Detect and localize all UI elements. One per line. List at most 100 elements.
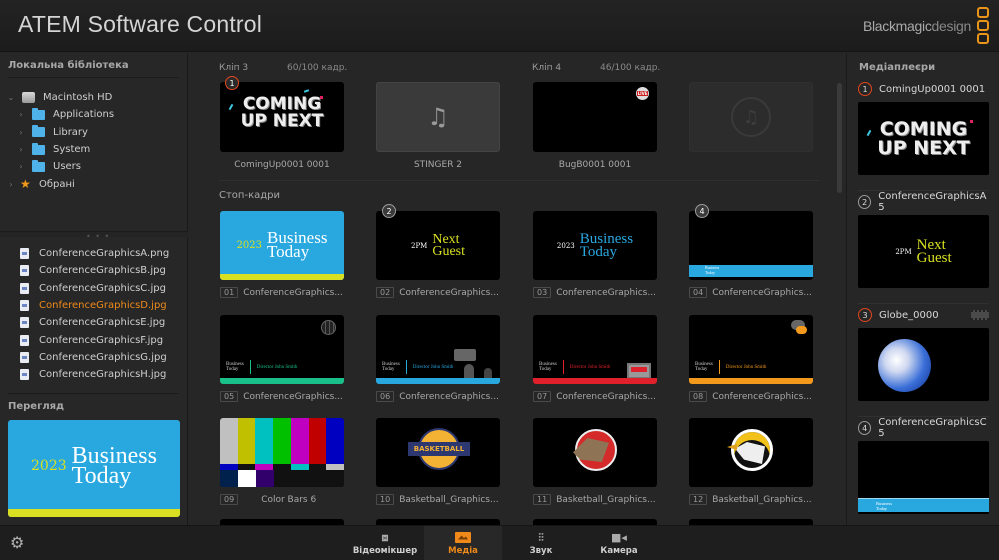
clip-3-audio-slot[interactable]: ♫: [376, 82, 500, 152]
still-10-label: 10 Basketball_Graphics...: [376, 494, 500, 505]
media-player-2[interactable]: 2 ConferenceGraphicsA 5 2PM Next Guest: [858, 191, 989, 288]
art-title: Business Today: [382, 362, 400, 372]
lower-third-bar: [376, 378, 500, 384]
tab-camera[interactable]: ■◂ Камера: [580, 526, 658, 560]
art-line: Today: [539, 367, 552, 372]
media-player-number: 2: [858, 195, 872, 209]
file-item[interactable]: ConferenceGraphicsC.jpg: [20, 280, 186, 297]
media-player-1[interactable]: 1 ComingUp0001 0001 COMING UP NEXT: [858, 81, 989, 175]
still-10[interactable]: BASKETBALL: [376, 418, 500, 487]
still-number: 01: [220, 287, 239, 298]
tree-item-macintosh-hd[interactable]: ⌄ Macintosh HD: [6, 89, 186, 106]
panel-splitter[interactable]: • • •: [0, 231, 188, 241]
still-05[interactable]: Business Today Director John Smith: [220, 315, 344, 384]
still-12-label: 12 Basketball_Graphics...: [689, 494, 813, 505]
confetti: [303, 89, 310, 93]
still-09-color-bars[interactable]: [220, 418, 344, 487]
art-title: Business Today: [267, 229, 327, 261]
still-07[interactable]: Business Today Director John Smith: [533, 315, 657, 384]
still-01[interactable]: 2023 Business Today: [220, 211, 344, 280]
still-11[interactable]: [533, 418, 657, 487]
still-number: 11: [533, 494, 552, 505]
folder-icon: [32, 107, 45, 120]
still-08[interactable]: Business Today Director John Smith: [689, 315, 813, 384]
still-06[interactable]: Business Today Director John Smith: [376, 315, 500, 384]
art-line: Today: [382, 367, 395, 372]
file-item[interactable]: ConferenceGraphicsE.jpg: [20, 314, 186, 331]
art-line: UP NEXT: [877, 137, 970, 159]
still-01-label: 01 ConferenceGraphics...: [220, 287, 344, 298]
still-03[interactable]: 2023 Business Today: [533, 211, 657, 280]
tree-item-system[interactable]: › System: [6, 141, 186, 158]
tab-switcher[interactable]: ⧈ Відеомікшер: [346, 526, 424, 560]
still-art: 2PM Next Guest: [376, 233, 500, 259]
chat-bubble-icon: [796, 326, 807, 334]
art-title: Business Today: [876, 501, 892, 511]
divider: [405, 360, 407, 374]
media-player-name: ConferenceGraphicsA 5: [878, 191, 987, 213]
speech-bubble-icon: [454, 349, 476, 361]
media-player-4[interactable]: 4 ConferenceGraphicsC 5 Business Today: [858, 417, 989, 514]
clip-4-video-slot[interactable]: LIVE: [533, 82, 657, 152]
bottom-navigation: ⚙ ⧈ Відеомікшер Медіа ⫶⫶ Звук ■◂ Камера: [0, 525, 999, 560]
still-12[interactable]: [689, 418, 813, 487]
media-player-number: 3: [858, 308, 872, 322]
still-name: ConferenceGraphics...: [712, 391, 812, 402]
still-number: 04: [689, 287, 708, 298]
settings-gear-icon[interactable]: ⚙: [10, 533, 24, 552]
file-name: ConferenceGraphicsG.jpg: [39, 351, 167, 363]
live-bug-icon: LIVE: [636, 87, 649, 100]
file-item[interactable]: ConferenceGraphicsA.png: [20, 245, 186, 262]
library-heading: Локальна бібліотека: [8, 60, 129, 71]
still-name: ConferenceGraphics...: [556, 287, 656, 298]
chevron-right-icon[interactable]: ›: [6, 180, 16, 189]
media-player-2-thumbnail: 2PM Next Guest: [858, 215, 989, 288]
image-file-icon: [20, 248, 29, 260]
file-item[interactable]: ConferenceGraphicsF.jpg: [20, 331, 186, 348]
file-item[interactable]: ConferenceGraphicsB.jpg: [20, 262, 186, 279]
chevron-right-icon[interactable]: ›: [16, 162, 26, 171]
chevron-down-icon[interactable]: ⌄: [6, 93, 16, 102]
file-item[interactable]: ConferenceGraphicsH.jpg: [20, 366, 186, 383]
tree-item-favorites[interactable]: › ★ Обрані: [6, 175, 186, 192]
media-player-3[interactable]: 3 Globe_0000: [858, 307, 989, 401]
chevron-right-icon[interactable]: ›: [16, 110, 26, 119]
splitter-grip-icon[interactable]: • • •: [86, 232, 110, 241]
still-08-label: 08 ConferenceGraphics...: [689, 391, 813, 402]
media-player-number: 1: [858, 82, 872, 96]
divider: [858, 303, 989, 304]
lower-third-text: Business Today Director John Smith: [539, 360, 610, 374]
preview-heading: Перегляд: [8, 401, 65, 412]
tree-item-applications[interactable]: › Applications: [6, 106, 186, 123]
image-file-icon: [20, 334, 29, 346]
chevron-right-icon[interactable]: ›: [16, 128, 26, 137]
still-02[interactable]: 2PM Next Guest: [376, 211, 500, 280]
media-player-4-thumbnail: Business Today: [858, 441, 989, 514]
clip-3-video-slot[interactable]: COMING UP NEXT: [220, 82, 344, 152]
tree-item-library[interactable]: › Library: [6, 124, 186, 141]
still-art: 2023 Business Today: [220, 229, 344, 261]
still-name: Color Bars 6: [261, 494, 317, 505]
tree-item-label: Обрані: [39, 178, 75, 190]
color-bars-pluge: [220, 470, 344, 487]
media-pool-scrollbar[interactable]: [837, 83, 842, 193]
tab-media[interactable]: Медіа: [424, 526, 502, 560]
person-icon: [484, 368, 492, 378]
brand-logo: Blackmagicdesign: [863, 7, 989, 44]
person-icon: [464, 364, 474, 378]
file-item[interactable]: ConferenceGraphicsG.jpg: [20, 349, 186, 366]
art-line: Guest: [432, 243, 465, 259]
image-file-icon: [20, 351, 29, 363]
tab-label: Звук: [529, 545, 553, 556]
file-item-selected[interactable]: ConferenceGraphicsD.jpg: [20, 297, 186, 314]
divider: [8, 77, 179, 78]
library-tree: ⌄ Macintosh HD › Applications › Library …: [6, 89, 186, 193]
tree-item-users[interactable]: › Users: [6, 158, 186, 175]
still-04[interactable]: Business Today: [689, 211, 813, 280]
chevron-right-icon[interactable]: ›: [16, 145, 26, 154]
clip-4-frame-count: 46/100 кадр.: [600, 63, 661, 73]
still-name: Basketball_Graphics...: [712, 494, 812, 505]
clip-4-audio-slot-empty[interactable]: ♫: [689, 82, 813, 152]
tab-audio[interactable]: ⫶⫶ Звук: [502, 526, 580, 560]
image-file-icon: [20, 282, 29, 294]
